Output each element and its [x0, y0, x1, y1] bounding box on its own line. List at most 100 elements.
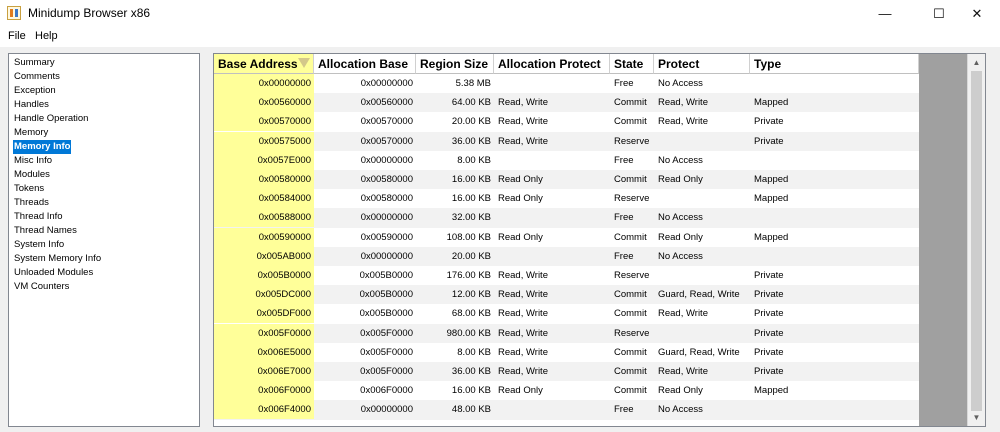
- cell-region-size: 16.00 KB: [451, 174, 491, 185]
- list-item-tokens[interactable]: Tokens: [13, 182, 45, 196]
- table-row[interactable]: 0x00590000 0x00590000 108.00 KB Read Only Co…: [214, 227, 919, 247]
- table-row[interactable]: 0x00570000 0x00570000 20.00 KB Read, Write C…: [214, 112, 919, 132]
- cell-allocation-protect: Read, Write: [498, 308, 548, 320]
- table-row[interactable]: 0x00588000 0x00000000 32.00 KB Free No Acces…: [214, 208, 919, 228]
- menu-file[interactable]: File: [8, 30, 26, 42]
- table-row[interactable]: 0x00000000 0x00000000 5.38 MB Free No Access: [214, 74, 919, 93]
- column-header-label: Region Size: [420, 57, 489, 71]
- column-header-allocation-protect[interactable]: Allocation Protect: [494, 54, 610, 74]
- cell-base-address: 0x006F4000: [214, 400, 314, 420]
- list-item-vm-counters[interactable]: VM Counters: [13, 280, 70, 294]
- cell-state: Free: [614, 250, 634, 262]
- table-row[interactable]: 0x005B0000 0x005B0000 176.00 KB Read, Write…: [214, 266, 919, 285]
- cell-base-address: 0x005DC000: [214, 285, 314, 305]
- cell-state: Commit: [614, 385, 647, 397]
- list-item-system-memory-info[interactable]: System Memory Info: [13, 252, 102, 266]
- cell-allocation-protect: Read Only: [498, 385, 543, 397]
- cell-allocation-base: 0x005F0000: [360, 346, 413, 358]
- list-item-threads[interactable]: Threads: [13, 196, 50, 210]
- cell-state: Free: [614, 212, 634, 224]
- table-row[interactable]: 0x00584000 0x00580000 16.00 KB Read Only Res…: [214, 189, 919, 209]
- list-item-modules[interactable]: Modules: [13, 168, 51, 182]
- menu-help[interactable]: Help: [35, 30, 58, 42]
- column-header-label: Allocation Protect: [498, 57, 601, 71]
- cell-allocation-protect: Read, Write: [498, 135, 548, 147]
- scroll-down-icon[interactable]: ▼: [968, 409, 985, 426]
- cell-allocation-base: 0x006F0000: [360, 385, 413, 397]
- cell-type: [750, 74, 919, 93]
- cell-type: Mapped: [754, 174, 789, 185]
- list-item-misc-info[interactable]: Misc Info: [13, 154, 53, 168]
- list-item-exception[interactable]: Exception: [13, 84, 57, 98]
- category-list[interactable]: Summary Comments Exception Handles Handle Op…: [8, 53, 200, 427]
- cell-region-size: 108.00 KB: [446, 231, 491, 243]
- cell-allocation-protect: Read, Write: [498, 270, 548, 281]
- table-row[interactable]: 0x00580000 0x00580000 16.00 KB Read Only Com…: [214, 170, 919, 190]
- table-row[interactable]: 0x005DF000 0x005B0000 68.00 KB Read, Write C…: [214, 304, 919, 324]
- cell-allocation-base: 0x00000000: [360, 154, 413, 166]
- cell-region-size: 5.38 MB: [455, 78, 491, 89]
- cell-state: Commit: [614, 174, 647, 185]
- table-row[interactable]: 0x00575000 0x00570000 36.00 KB Read, Write R…: [214, 131, 919, 151]
- minimize-button[interactable]: —: [862, 0, 908, 27]
- column-header-label: Base Address: [218, 57, 298, 71]
- cell-state: Commit: [614, 346, 647, 358]
- vertical-scrollbar[interactable]: ▲ ▼: [967, 54, 985, 426]
- cell-allocation-base: 0x00590000: [360, 231, 413, 243]
- cell-region-size: 36.00 KB: [451, 366, 491, 377]
- table-row[interactable]: 0x005DC000 0x005B0000 12.00 KB Read, Write C…: [214, 285, 919, 305]
- column-header-protect[interactable]: Protect: [654, 54, 750, 74]
- cell-protect: No Access: [658, 212, 703, 224]
- column-header-state[interactable]: State: [610, 54, 654, 74]
- table-row[interactable]: 0x006F0000 0x006F0000 16.00 KB Read Only Com…: [214, 381, 919, 401]
- cell-type: Mapped: [754, 231, 789, 243]
- column-header-label: Allocation Base: [318, 57, 409, 71]
- list-item-memory[interactable]: Memory: [13, 126, 49, 140]
- title-bar[interactable]: Minidump Browser x86 — ☐ ✕: [0, 0, 1000, 27]
- scroll-up-icon[interactable]: ▲: [968, 54, 985, 71]
- list-item-summary[interactable]: Summary: [13, 56, 56, 70]
- column-header-allocation-base[interactable]: Allocation Base: [314, 54, 416, 74]
- cell-state: Commit: [614, 289, 647, 301]
- list-item-system-info[interactable]: System Info: [13, 238, 65, 252]
- table-row[interactable]: 0x006F4000 0x00000000 48.00 KB Free No Acces…: [214, 400, 919, 420]
- cell-allocation-base: 0x00000000: [360, 78, 413, 89]
- table-row[interactable]: 0x0057E000 0x00000000 8.00 KB Free No Access: [214, 150, 919, 170]
- cell-base-address: 0x00575000: [214, 131, 314, 151]
- cell-protect: Guard, Read, Write: [658, 346, 740, 358]
- cell-base-address: 0x005B0000: [214, 266, 314, 285]
- sort-descending-icon[interactable]: [298, 58, 310, 68]
- cell-state: Commit: [614, 97, 647, 109]
- cell-protect: [654, 266, 750, 285]
- cell-state: Reserve: [614, 270, 650, 281]
- cell-state: Commit: [614, 366, 647, 377]
- column-header-region-size[interactable]: Region Size: [416, 54, 494, 74]
- scroll-thumb[interactable]: [971, 71, 982, 411]
- cell-state: Reserve: [614, 193, 650, 205]
- list-item-handles[interactable]: Handles: [13, 98, 50, 112]
- list-item-unloaded-modules[interactable]: Unloaded Modules: [13, 266, 94, 280]
- cell-state: Commit: [614, 308, 647, 320]
- list-item-thread-names[interactable]: Thread Names: [13, 224, 78, 238]
- cell-protect: [654, 189, 750, 208]
- list-item-memory-info[interactable]: Memory Info: [13, 140, 72, 154]
- column-header-base-address[interactable]: Base Address: [214, 54, 314, 74]
- list-item-handle-operation[interactable]: Handle Operation: [13, 112, 89, 126]
- cell-type: Private: [754, 135, 784, 147]
- cell-region-size: 8.00 KB: [457, 346, 491, 358]
- table-row[interactable]: 0x006E7000 0x005F0000 36.00 KB Read, Write C…: [214, 362, 919, 382]
- close-button[interactable]: ✕: [954, 0, 1000, 27]
- table-row[interactable]: 0x00560000 0x00560000 64.00 KB Read, Write C…: [214, 93, 919, 113]
- cell-region-size: 12.00 KB: [451, 289, 491, 301]
- table-row[interactable]: 0x005AB000 0x00000000 20.00 KB Free No Acces…: [214, 246, 919, 266]
- list-item-comments[interactable]: Comments: [13, 70, 61, 84]
- list-item-thread-info[interactable]: Thread Info: [13, 210, 64, 224]
- table-row[interactable]: 0x005F0000 0x005F0000 980.00 KB Read, Write…: [214, 323, 919, 343]
- cell-base-address: 0x00570000: [214, 112, 314, 132]
- cell-type: Private: [754, 346, 784, 358]
- cell-type: Private: [754, 270, 784, 281]
- memory-info-grid[interactable]: Base Address Allocation Base Region Size Al…: [213, 53, 986, 427]
- table-row[interactable]: 0x006E5000 0x005F0000 8.00 KB Read, Write Co…: [214, 342, 919, 362]
- column-header-type[interactable]: Type: [750, 54, 919, 74]
- cell-protect: Read, Write: [658, 308, 708, 320]
